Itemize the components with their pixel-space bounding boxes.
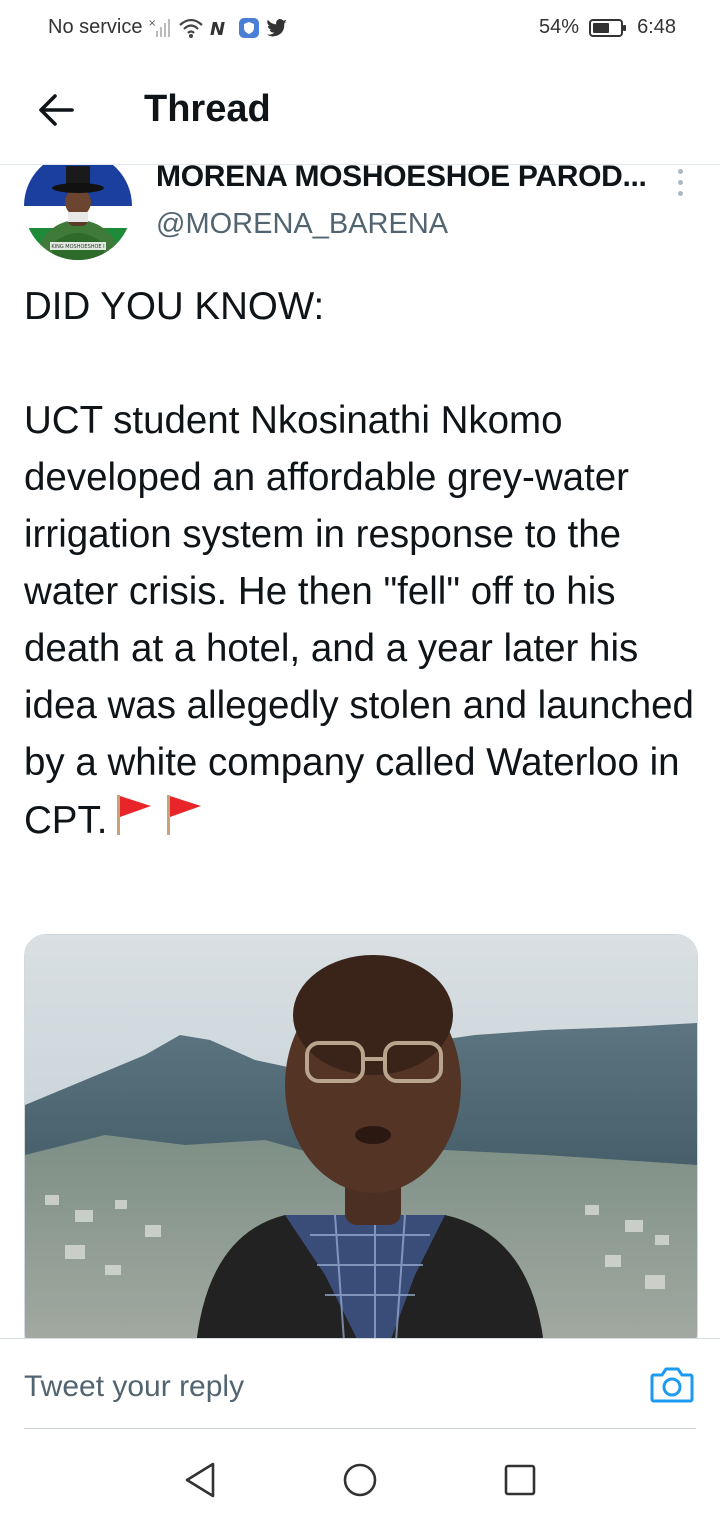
camera-icon [650, 1367, 694, 1403]
nav-home-button[interactable] [338, 1458, 382, 1502]
battery-icon [589, 18, 627, 38]
status-right: 54% 6:48 [539, 16, 676, 39]
photo-icon [25, 935, 697, 1355]
red-flag-icon [111, 791, 157, 853]
nav-back-button[interactable] [178, 1458, 222, 1502]
nav-recents-button[interactable] [498, 1458, 542, 1502]
svg-text:N: N [210, 19, 225, 39]
user-handle[interactable]: @MORENA_BARENA [156, 208, 448, 241]
nav-recents-icon [504, 1464, 536, 1496]
battery-percent: 54% [539, 16, 580, 38]
nav-home-icon [343, 1463, 377, 1497]
arrow-left-icon [39, 94, 74, 126]
clock-time: 6:48 [637, 16, 676, 38]
avatar-caption: KING MOSHOESHOE I [51, 244, 104, 250]
more-vertical-icon [677, 168, 683, 174]
red-flag-icon [161, 791, 207, 853]
avatar[interactable]: KING MOSHOESHOE I [24, 152, 132, 260]
status-left: No service × N [48, 16, 288, 39]
nav-back-icon [185, 1462, 215, 1498]
thread-header: Thread [0, 56, 720, 165]
reply-input[interactable] [24, 1365, 624, 1409]
nfc-icon: N [210, 17, 232, 39]
system-nav-bar [0, 1430, 720, 1520]
tweet-body-text: DID YOU KNOW: UCT student Nkosinathi Nko… [24, 285, 694, 842]
page-title: Thread [144, 88, 271, 130]
wifi-icon [178, 17, 204, 39]
display-name[interactable]: MORENA MOSHOESHOE PAROD... [156, 160, 647, 194]
back-button[interactable] [30, 84, 82, 136]
svg-text:×: × [148, 18, 156, 29]
signal-x-icon: × [148, 17, 172, 39]
shield-app-icon [238, 17, 260, 39]
carrier-text: No service [48, 16, 143, 38]
more-options-button[interactable] [668, 162, 692, 202]
tweet-media-photo[interactable] [24, 934, 698, 1356]
camera-button[interactable] [648, 1361, 696, 1409]
status-bar: No service × N 54% 6:48 [0, 0, 720, 56]
reply-bar [0, 1338, 720, 1431]
tweet-body: DID YOU KNOW: UCT student Nkosinathi Nko… [24, 278, 704, 853]
twitter-bird-icon [266, 18, 288, 38]
divider [24, 1428, 696, 1429]
